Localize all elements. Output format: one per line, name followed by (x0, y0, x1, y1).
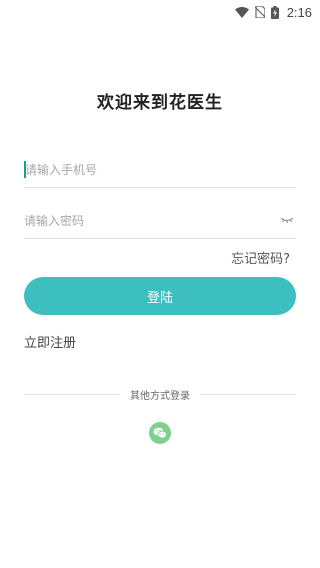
register-link[interactable]: 立即注册 (24, 332, 76, 351)
eye-closed-icon[interactable] (280, 215, 294, 225)
wechat-login-button[interactable] (149, 422, 171, 444)
divider-right (200, 393, 296, 395)
phone-field[interactable] (24, 152, 296, 188)
phone-input[interactable] (24, 162, 296, 177)
no-sim-icon (254, 6, 265, 18)
other-login-label: 其他方式登录 (130, 390, 190, 402)
forgot-password-link[interactable]: 忘记密码? (231, 248, 290, 267)
wechat-icon (153, 424, 167, 443)
password-input[interactable] (24, 213, 296, 228)
status-bar: 2:16 (0, 0, 320, 24)
other-login-divider: 其他方式登录 (24, 387, 296, 402)
wifi-icon (234, 6, 249, 18)
login-button[interactable]: 登陆 (24, 277, 296, 315)
password-field[interactable] (24, 203, 296, 239)
status-time: 2:16 (286, 4, 312, 20)
text-caret (24, 161, 26, 178)
divider-left (24, 393, 120, 395)
page-title: 欢迎来到花医生 (97, 93, 223, 113)
battery-charging-icon (270, 5, 279, 19)
